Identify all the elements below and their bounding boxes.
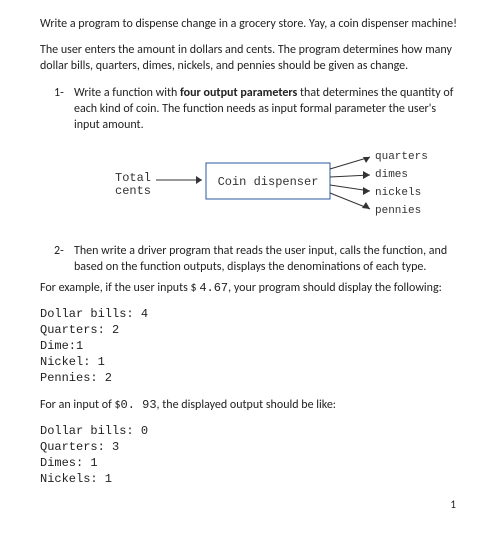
step-2: 2- Then write a driver program that read… [40,243,460,275]
intro-paragraph-1: Write a program to dispense change in a … [40,16,460,32]
example-1-intro-after: , your program should display the follow… [228,281,442,295]
step-1: 1- Write a function with four output par… [40,85,460,134]
step-2-text: Then write a driver program that reads t… [74,244,447,274]
example-1-output: Dollar bills: 4 Quarters: 2 Dime:1 Nicke… [40,306,460,387]
diagram-input-bottom: cents [115,184,151,198]
example-1-intro-before: For example, if the user inputs $ [40,281,199,295]
coin-dispenser-diagram: Total cents Coin dispenser quarters dime… [40,139,460,229]
diagram-output-0: quarters [375,151,428,163]
document-page: Write a program to dispense change in a … [0,0,500,521]
diagram-output-2: nickels [375,187,421,199]
step-1-bold: four output parameters [180,86,297,100]
example-2-intro: For an input of $0. 93, the displayed ou… [40,397,460,413]
diagram-output-3: pennies [375,205,421,217]
example-1-amount: 4.67 [199,281,228,295]
intro-paragraph-2: The user enters the amount in dollars an… [40,42,460,74]
step-2-marker: 2- [54,243,64,259]
diagram-input-top: Total [115,171,151,185]
example-2-intro-before: For an input of $ [40,398,121,412]
page-footer: 1 [40,498,460,511]
step-1-marker: 1- [54,85,64,101]
diagram-output-1: dimes [375,169,408,181]
example-2-output: Dollar bills: 0 Quarters: 3 Dimes: 1 Nic… [40,423,460,488]
step-1-text-before: Write a function with [74,86,180,100]
example-2-amount: 0. 93 [121,398,157,412]
diagram-box-label: Coin dispenser [218,175,319,189]
example-1-intro: For example, if the user inputs $ 4.67, … [40,280,460,296]
page-number: 1 [450,498,456,511]
example-2-intro-after: , the displayed output should be like: [157,398,336,412]
